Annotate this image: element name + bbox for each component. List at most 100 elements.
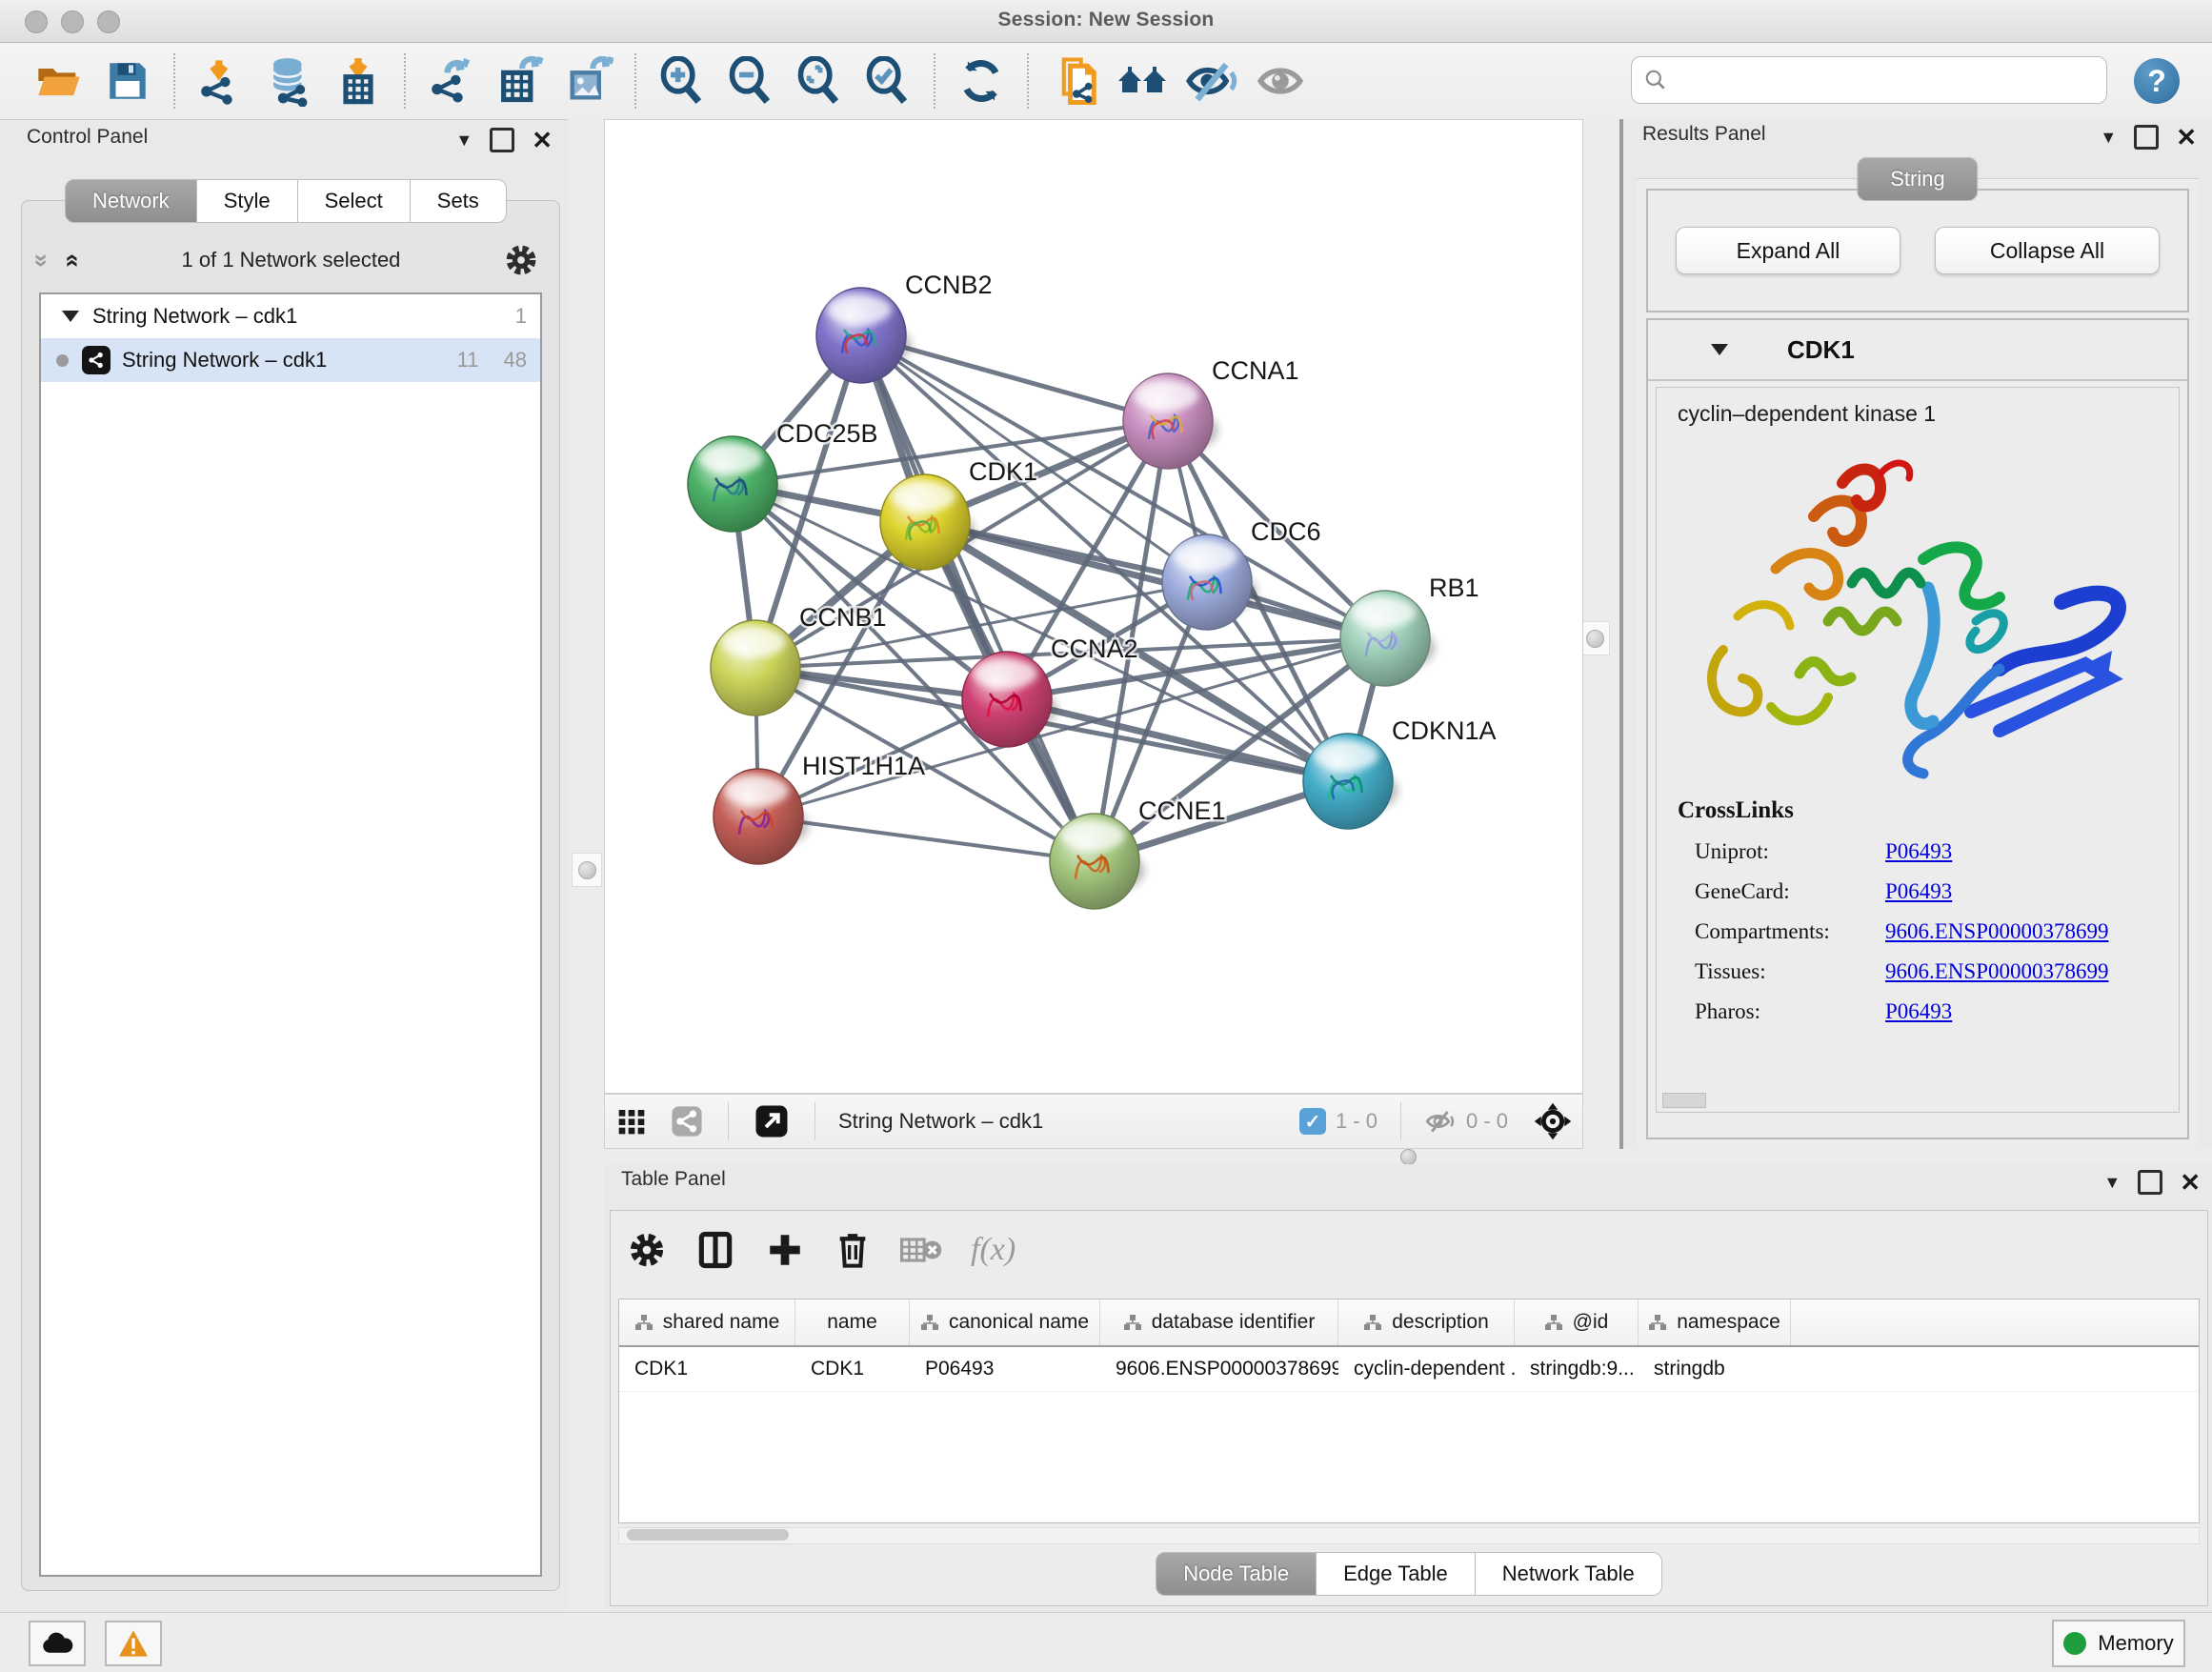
zoom-out-button[interactable] [723,53,778,109]
results-panel-menu-icon[interactable]: ▼ [2100,128,2117,148]
tab-select[interactable]: Select [298,179,411,223]
table-cell[interactable]: CDK1 [619,1347,795,1391]
node-CCNB1[interactable]: CCNB1 [711,603,887,715]
column-header-shared-name[interactable]: shared name [619,1299,795,1345]
toolbar-search-field[interactable] [1631,56,2107,104]
collapse-all-button[interactable]: Collapse All [1935,227,2160,274]
node-table[interactable]: shared namenamecanonical namedatabase id… [618,1299,2200,1523]
node-CCNA1[interactable]: CCNA1 [1123,356,1299,469]
help-button[interactable]: ? [2134,58,2180,104]
warnings-button[interactable] [105,1621,162,1666]
duplicate-network-button[interactable] [1047,53,1102,109]
node-HIST1H1A[interactable]: HIST1H1A [714,752,925,864]
add-column-icon[interactable] [765,1230,805,1270]
zoom-selected-button[interactable] [860,53,915,109]
table-cell[interactable]: 9606.ENSP00000378699 [1100,1347,1338,1391]
crosslink-link[interactable]: P06493 [1885,879,1952,904]
show-columns-icon[interactable] [694,1229,736,1271]
tab-sets[interactable]: Sets [411,179,507,223]
right-splitter[interactable] [1583,119,1619,1148]
cloud-status-button[interactable] [29,1621,86,1666]
homes-button[interactable] [1116,53,1171,109]
show-all-button[interactable] [1253,53,1308,109]
tab-style[interactable]: Style [197,179,298,223]
results-scroll-area[interactable]: CDK1 cyclin–dependent kinase 1 [1646,318,2189,1139]
table-hscrollbar[interactable] [618,1527,2200,1544]
gene-collapse-icon[interactable] [1711,344,1728,355]
table-cell[interactable]: stringdb:9... [1515,1347,1639,1391]
table-cell[interactable]: P06493 [910,1347,1100,1391]
memory-button[interactable]: Memory [2052,1620,2185,1667]
tab-edge-table[interactable]: Edge Table [1317,1552,1476,1596]
crosslink-link[interactable]: 9606.ENSP00000378699 [1885,959,2109,984]
tab-network[interactable]: Network [65,179,197,223]
node-RB1[interactable]: RB1 [1340,574,1479,686]
table-panel-close-icon[interactable]: ✕ [2180,1173,2201,1192]
column-header-description[interactable]: description [1338,1299,1515,1345]
export-network-button[interactable] [424,53,479,109]
control-panel-close-icon[interactable]: ✕ [532,131,553,150]
column-header-namespace[interactable]: namespace [1639,1299,1791,1345]
table-options-gear-icon[interactable] [628,1231,666,1269]
collection-expand-icon[interactable] [62,311,79,322]
import-network-from-database-button[interactable] [262,53,317,109]
crosslink-link[interactable]: 9606.ENSP00000378699 [1885,919,2109,944]
edge-CCNB2-CCNE1[interactable] [861,335,1095,861]
apply-layout-button[interactable] [954,53,1009,109]
table-cell[interactable]: cyclin-dependent ... [1338,1347,1515,1391]
crosslink-label: Compartments: [1678,919,1885,944]
crosslink-link[interactable]: P06493 [1885,999,1952,1024]
gene-section-header[interactable]: CDK1 [1648,320,2187,381]
function-builder-button[interactable]: f(x) [971,1232,1016,1268]
zoom-fit-button[interactable] [792,53,847,109]
network-share-button[interactable] [666,1094,708,1149]
tab-string[interactable]: String [1857,157,1978,201]
control-panel-float-icon[interactable] [490,128,514,152]
results-hscroll-stub[interactable] [1662,1093,1706,1108]
import-table-button[interactable] [331,53,386,109]
search-input[interactable] [1676,67,2106,93]
export-image-button[interactable] [561,53,616,109]
expand-all-networks-icon[interactable]: » [56,253,86,267]
horizontal-splitter[interactable] [604,1149,2212,1164]
table-cell[interactable]: CDK1 [795,1347,910,1391]
tab-network-table[interactable]: Network Table [1476,1552,1662,1596]
selected-checkbox-icon[interactable]: ✓ [1299,1108,1326,1135]
column-header-database-identifier[interactable]: database identifier [1100,1299,1338,1345]
network-graph[interactable]: CCNB2CCNA1CDC25BCDK1CDC6RB1CCNB1CCNA2CDK… [605,120,1582,1093]
open-session-button[interactable] [31,53,87,109]
results-panel-close-icon[interactable]: ✕ [2176,128,2197,147]
shared-column-icon [1544,1313,1563,1332]
table-row[interactable]: CDK1CDK1P064939606.ENSP00000378699cyclin… [619,1347,2199,1392]
expand-all-button[interactable]: Expand All [1676,227,1900,274]
network-options-gear-icon[interactable] [504,243,538,277]
network-row[interactable]: String Network – cdk1 11 48 [41,338,540,382]
birdseye-toggle-icon[interactable] [1533,1101,1573,1141]
save-session-button[interactable] [100,53,155,109]
import-network-button[interactable] [193,53,249,109]
left-splitter[interactable] [568,119,604,1610]
zoom-in-button[interactable] [654,53,710,109]
birdseye-grid-button[interactable] [611,1094,653,1149]
export-table-button[interactable] [493,53,548,109]
edge-CCNE1-HIST1H1A[interactable] [758,816,1095,861]
delete-table-icon[interactable] [900,1233,942,1267]
delete-column-icon[interactable] [834,1231,872,1269]
network-canvas[interactable]: CCNB2CCNA1CDC25BCDK1CDC6RB1CCNB1CCNA2CDK… [604,119,1583,1094]
network-collection-row[interactable]: String Network – cdk1 1 [41,294,540,338]
column-header--id[interactable]: @id [1515,1299,1639,1345]
collapse-all-networks-icon[interactable]: » [28,253,57,267]
table-panel-float-icon[interactable] [2138,1170,2162,1195]
open-in-window-button[interactable] [749,1094,794,1149]
results-panel-float-icon[interactable] [2134,125,2159,150]
node-CCNE1[interactable]: CCNE1 [1050,796,1226,909]
table-panel-menu-icon[interactable]: ▼ [2103,1173,2121,1193]
hide-selected-button[interactable] [1184,53,1239,109]
crosslink-link[interactable]: P06493 [1885,839,1952,864]
column-header-canonical-name[interactable]: canonical name [910,1299,1100,1345]
column-header-name[interactable]: name [795,1299,910,1345]
table-cell[interactable]: stringdb [1639,1347,1791,1391]
control-panel-menu-icon[interactable]: ▼ [455,131,473,151]
tab-node-table[interactable]: Node Table [1156,1552,1317,1596]
node-CDKN1A[interactable]: CDKN1A [1303,716,1497,829]
